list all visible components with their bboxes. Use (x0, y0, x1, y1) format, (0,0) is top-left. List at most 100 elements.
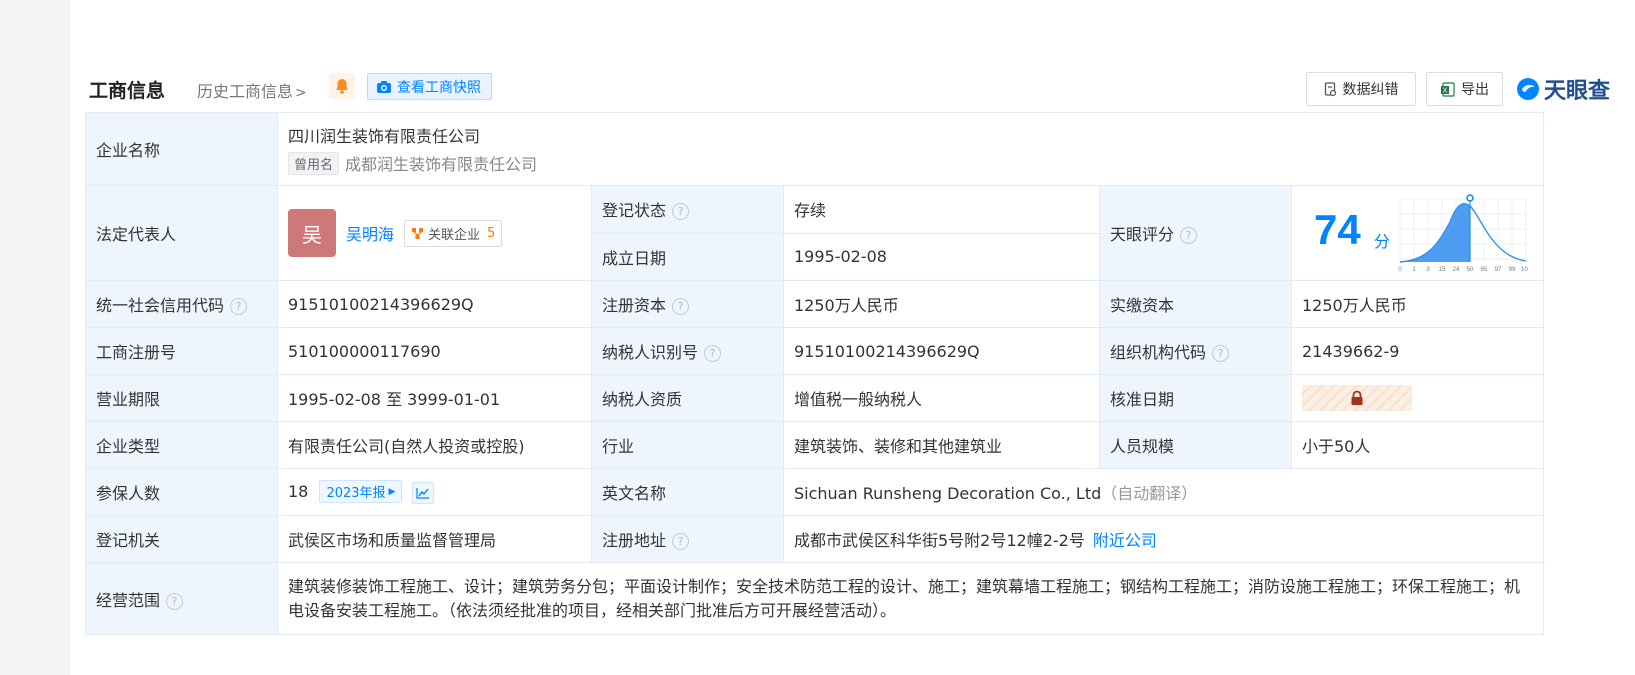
annual-report-dropdown[interactable]: 2023年报 ▶ (319, 480, 403, 504)
tax-qual-value: 增值税一般纳税人 (783, 374, 1100, 422)
export-button[interactable]: X 导出 (1426, 72, 1503, 106)
help-icon[interactable]: ? (672, 203, 690, 221)
trend-chart-button[interactable] (411, 481, 434, 504)
help-icon[interactable]: ? (672, 533, 690, 550)
help-icon[interactable]: ? (672, 298, 690, 315)
org-code-label: 组织机构代码 (1110, 343, 1207, 362)
address-label-cell: 注册地址? (591, 515, 784, 563)
nearby-companies-link[interactable]: 附近公司 (1093, 531, 1157, 550)
industry-label: 行业 (591, 421, 784, 469)
paid-capital-label: 实缴资本 (1099, 280, 1292, 328)
score-label-cell: 天眼评分? (1099, 185, 1292, 281)
org-code-value: 21439662-9 (1290, 327, 1545, 375)
trend-line-icon (415, 487, 429, 499)
scope-value: 建筑装修装饰工程施工、设计；建筑劳务分包；平面设计制作；安全技术防范工程的设计、… (276, 562, 1545, 635)
score-marker-dot (1466, 194, 1474, 202)
insured-value: 18 (288, 482, 309, 502)
view-snapshot-button[interactable]: 查看工商快照 (367, 73, 492, 100)
data-correction-label: 数据纠错 (1342, 82, 1399, 98)
related-companies-button[interactable]: 关联企业 5 (404, 219, 503, 247)
score-tick-label: 99 (1509, 267, 1516, 273)
term-value: 1995-02-08 至 3999-01-01 (277, 374, 592, 422)
table-row: 工商注册号 510100000117690 纳税人识别号? 9151010021… (85, 327, 1545, 375)
score-label: 天眼评分 (1110, 225, 1175, 244)
svg-text:X: X (1443, 87, 1448, 94)
taxpayer-id-value: 91510100214396629Q (783, 327, 1100, 375)
score-tick-label: 1 (1412, 267, 1416, 273)
auto-translate-note: （自动翻译） (1101, 484, 1198, 503)
related-companies-count: 5 (487, 225, 496, 241)
table-row: 参保人数 18 2023年报 ▶ 英文名称 Sichuan Runsheng De… (85, 468, 1545, 516)
business-info-panel: 工商信息 历史工商信息> 查看工商快照 数据纠错 X 导出 天眼查 企业名称 (70, 0, 1635, 675)
score-tick-label: 3 (1426, 267, 1430, 273)
address-cell: 成都市武侯区科华街5号附2号12幢2-2号 附近公司 (782, 515, 1545, 563)
score-unit: 分 (1374, 232, 1391, 251)
related-companies-label: 关联企业 (428, 227, 481, 243)
credit-code-label-cell: 统一社会信用代码? (85, 280, 278, 328)
help-icon[interactable]: ? (1212, 345, 1230, 362)
score-tick-label: 24 (1453, 267, 1460, 273)
table-row: 企业名称 四川润生装饰有限责任公司 曾用名 成都润生装饰有限责任公司 (85, 112, 1545, 186)
former-name: 成都润生装饰有限责任公司 (345, 155, 538, 174)
legal-rep-label: 法定代表人 (85, 185, 278, 281)
score-tick-label: 85 (1481, 267, 1488, 273)
excel-icon: X (1441, 81, 1455, 97)
help-icon[interactable]: ? (230, 298, 248, 315)
help-icon[interactable]: ? (166, 592, 184, 610)
chevron-right-icon: > (295, 85, 307, 101)
section-title: 工商信息 (89, 80, 166, 102)
network-icon (412, 227, 424, 239)
type-value: 有限责任公司(自然人投资或控股) (277, 421, 592, 469)
company-name-cell: 四川润生装饰有限责任公司 曾用名 成都润生装饰有限责任公司 (276, 112, 1545, 186)
reg-status-value: 存续 (783, 185, 1100, 234)
english-name-cell: Sichuan Runsheng Decoration Co., Ltd（自动翻… (782, 468, 1545, 516)
score-curve-fill (1400, 203, 1470, 262)
reg-status-label-cell: 登记状态? (591, 185, 784, 234)
monitor-bell-button[interactable] (329, 73, 355, 99)
insured-cell: 18 2023年报 ▶ (277, 468, 592, 516)
reg-capital-label: 注册资本 (602, 296, 667, 315)
avatar[interactable]: 吴 (288, 209, 336, 257)
export-label: 导出 (1461, 82, 1489, 98)
data-correction-button[interactable]: 数据纠错 (1306, 72, 1416, 106)
reg-number-value: 510100000117690 (277, 327, 592, 375)
annual-report-label: 2023年报 (326, 486, 386, 502)
table-row: 经营范围? 建筑装修装饰工程施工、设计；建筑劳务分包；平面设计制作；安全技术防范… (85, 562, 1545, 635)
legal-rep-cell: 吴 吴明海 关联企业 5 (277, 185, 592, 281)
industry-value: 建筑装饰、装修和其他建筑业 (783, 421, 1100, 469)
logo-mark-icon (1517, 78, 1539, 100)
english-name-value: Sichuan Runsheng Decoration Co., Ltd (794, 484, 1102, 503)
history-info-link[interactable]: 历史工商信息 > (197, 78, 307, 102)
legal-rep-link[interactable]: 吴明海 (346, 221, 394, 245)
staff-label: 人员规模 (1099, 421, 1292, 469)
authority-label: 登记机关 (85, 515, 278, 563)
founded-value: 1995-02-08 (783, 232, 1100, 281)
reg-capital-value: 1250万人民币 (783, 280, 1100, 328)
paid-capital-value: 1250万人民币 (1290, 280, 1545, 328)
score-distribution-chart: 0 1 3 15 24 50 85 97 99 100 (1398, 194, 1528, 273)
score-cell[interactable]: 74 分 0 1 3 15 24 50 85 97 99 100 (1290, 185, 1545, 281)
help-icon[interactable]: ? (704, 345, 722, 362)
camera-icon (377, 80, 391, 93)
company-name: 四川润生装饰有限责任公司 (288, 127, 481, 146)
table-row: 登记机关 武侯区市场和质量监督管理局 注册地址? 成都市武侯区科华街5号附2号1… (85, 515, 1545, 563)
tax-qual-label: 纳税人资质 (591, 374, 784, 422)
help-icon[interactable]: ? (1180, 227, 1198, 244)
locked-value[interactable] (1302, 385, 1412, 411)
score-tick-label: 0 (1398, 267, 1402, 273)
section-header: 工商信息 历史工商信息 > 查看工商快照 数据纠错 X 导出 天眼查 (89, 70, 1629, 106)
address-value: 成都市武侯区科华街5号附2号12幢2-2号 (794, 531, 1085, 550)
org-code-label-cell: 组织机构代码? (1099, 327, 1292, 375)
founded-label: 成立日期 (591, 232, 784, 281)
table-row: 企业类型 有限责任公司(自然人投资或控股) 行业 建筑装饰、装修和其他建筑业 人… (85, 421, 1545, 469)
term-label: 营业期限 (85, 374, 278, 422)
reg-status-label: 登记状态 (602, 201, 667, 221)
correction-doc-icon (1324, 81, 1336, 96)
staff-value: 小于50人 (1290, 421, 1545, 469)
score-tick-label: 97 (1495, 267, 1502, 273)
credit-code-label: 统一社会信用代码 (96, 296, 225, 315)
credit-code-value: 91510100214396629Q (277, 280, 592, 328)
lock-icon (1351, 390, 1363, 405)
scope-label: 经营范围 (96, 590, 161, 610)
score-tick-label: 100 (1521, 267, 1528, 273)
